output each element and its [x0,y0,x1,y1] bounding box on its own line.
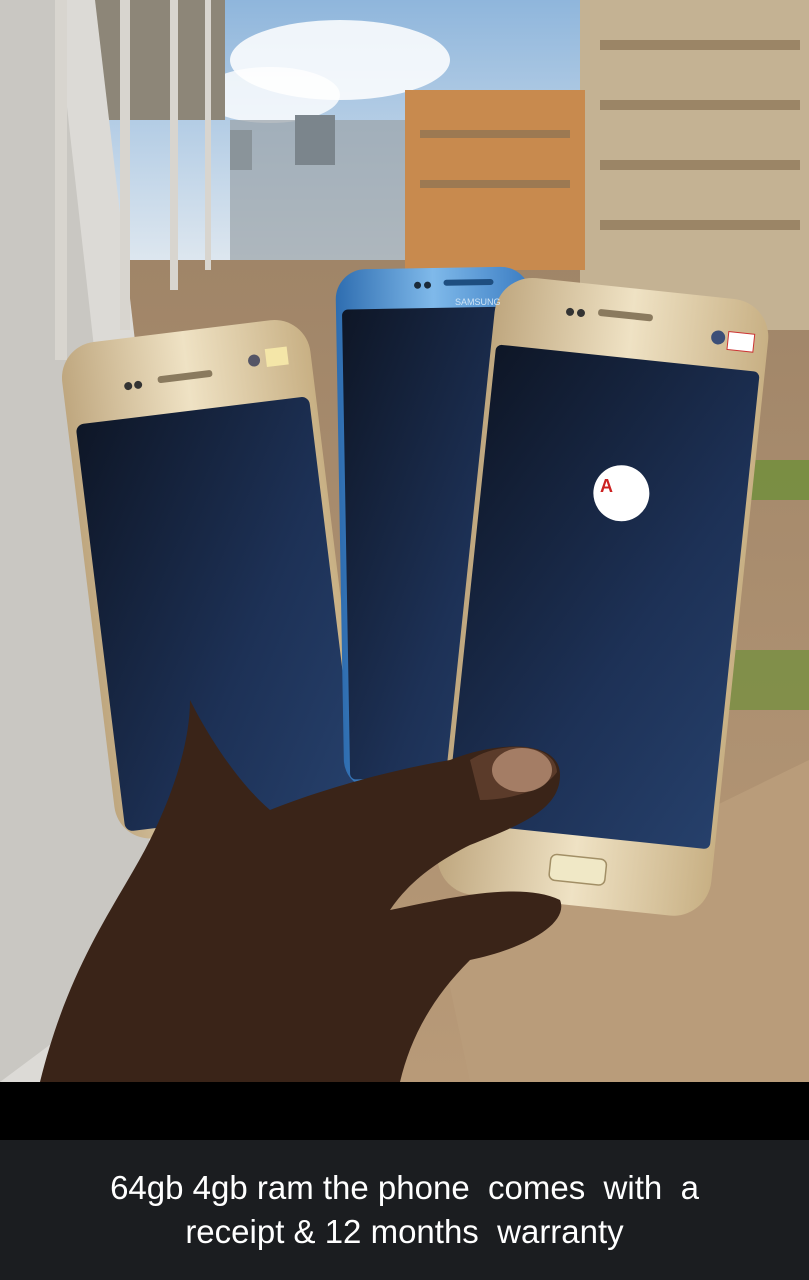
sticker-mark: A [600,476,613,496]
phone-brand-label: SAMSUNG [455,297,501,307]
spacer-band [0,1082,809,1140]
caption-text: 64gb 4gb ram the phone comes with a rece… [110,1169,699,1250]
photo-viewer[interactable]: SAMSUNG A [0,0,809,1082]
caption-panel: 64gb 4gb ram the phone comes with a rece… [0,1140,809,1280]
phones-photo: SAMSUNG A [0,0,809,1082]
